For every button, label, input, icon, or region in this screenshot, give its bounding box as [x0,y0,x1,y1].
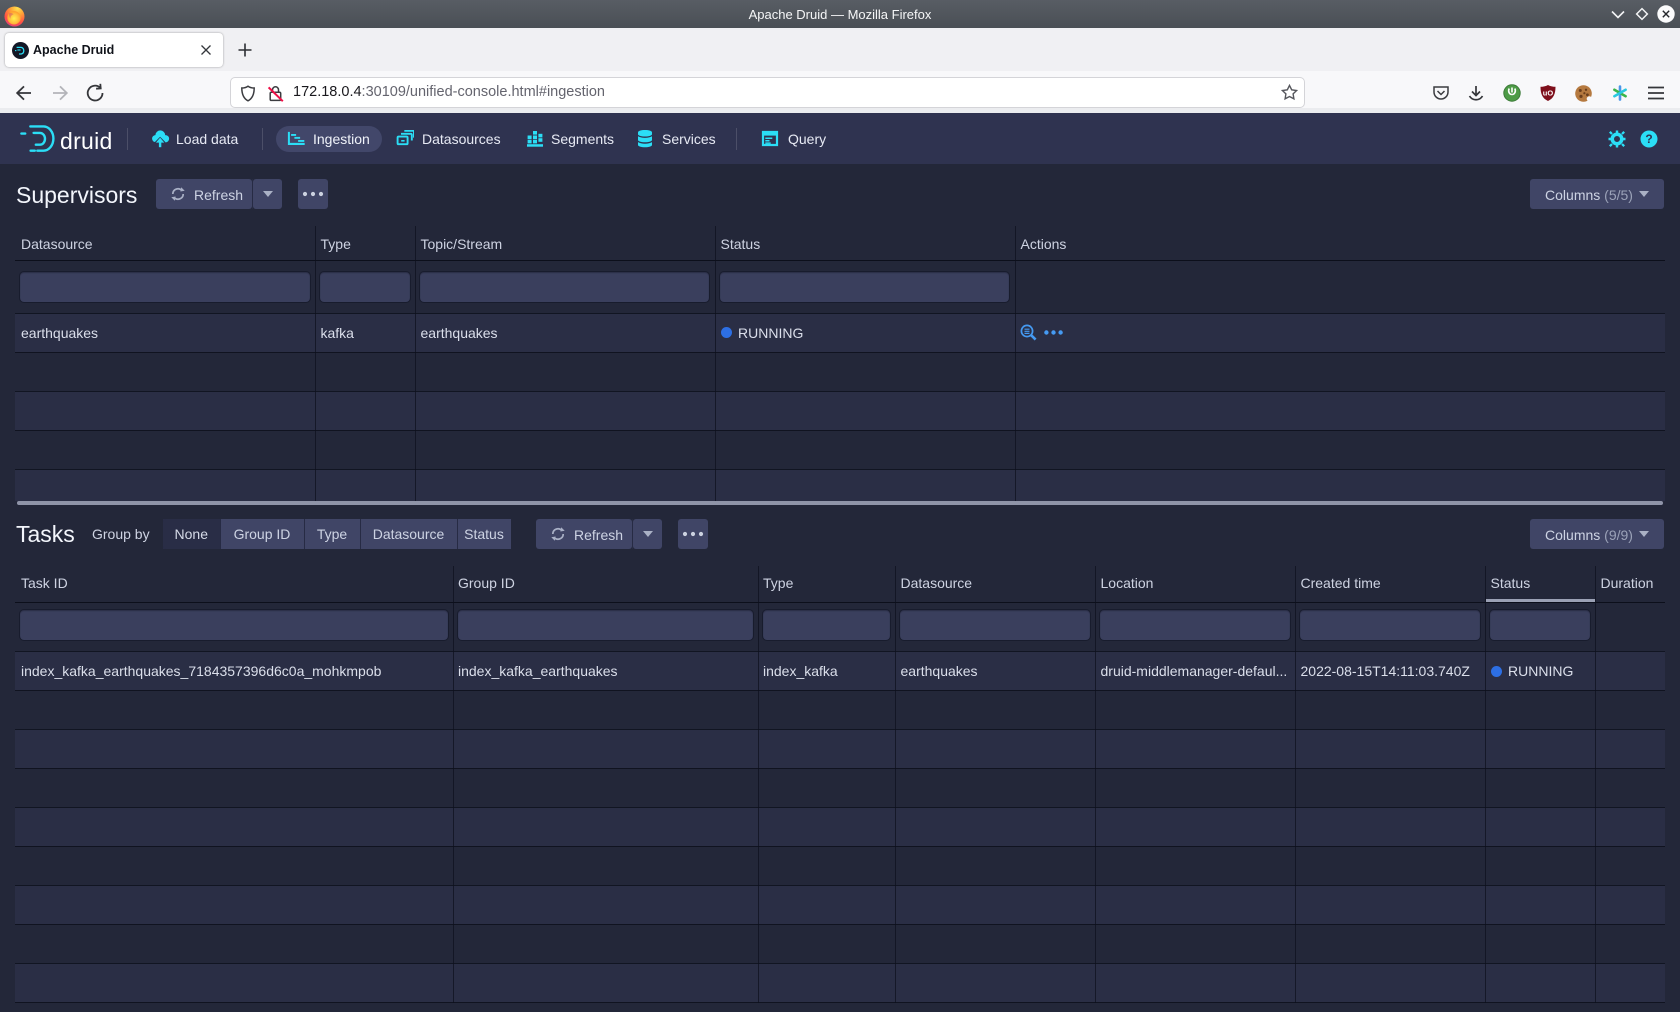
svg-text:uO: uO [1543,89,1554,98]
svg-text:?: ? [1645,132,1652,146]
